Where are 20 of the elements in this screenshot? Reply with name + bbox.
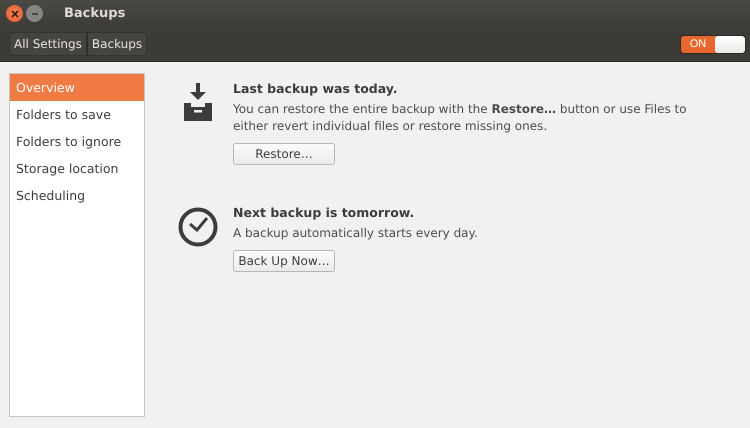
section-description: You can restore the entire backup with the Restore… button or use Files to either revert individual files or restore missing ones.	[233, 101, 688, 135]
switch-label: ON	[688, 38, 708, 50]
section-heading: Last backup was today.	[233, 81, 399, 96]
sidebar-item[interactable]: Folders to ignore	[10, 128, 144, 155]
sidebar-item[interactable]: Storage location	[10, 155, 144, 182]
close-button[interactable]	[6, 5, 23, 22]
action-button[interactable]: Restore…	[233, 143, 335, 165]
breadcrumb-button[interactable]: All Settings	[9, 32, 87, 56]
section-heading: Next backup is tomorrow.	[233, 205, 416, 220]
section-description: A backup automatically starts every day.	[233, 225, 478, 242]
close-icon	[10, 10, 18, 18]
action-button[interactable]: Back Up Now…	[233, 250, 335, 272]
breadcrumb-button[interactable]: Backups	[86, 32, 148, 56]
sidebar-item[interactable]: Scheduling	[10, 182, 144, 209]
download-tray-icon	[184, 83, 212, 121]
window-title: Backups	[64, 6, 126, 21]
clock-icon	[178, 207, 218, 247]
sidebar-item[interactable]: Folders to save	[10, 101, 144, 128]
switch-knob	[715, 36, 745, 52]
minimize-button[interactable]	[26, 5, 43, 22]
